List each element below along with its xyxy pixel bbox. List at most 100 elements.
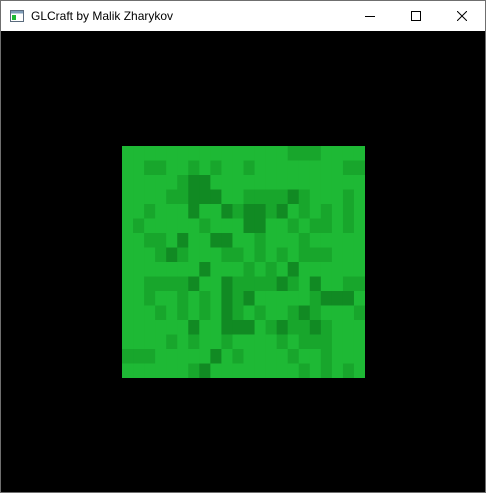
texture-pixel <box>342 189 355 205</box>
texture-pixel <box>155 160 167 176</box>
texture-pixel <box>210 189 222 205</box>
window-controls <box>347 1 485 31</box>
texture-pixel <box>342 233 355 248</box>
texture-pixel <box>144 175 156 190</box>
texture-pixel <box>155 276 167 292</box>
texture-pixel <box>276 363 289 378</box>
texture-pixel <box>210 204 222 219</box>
texture-pixel <box>232 218 244 234</box>
texture-pixel <box>243 334 255 350</box>
texture-pixel <box>188 233 200 248</box>
texture-pixel <box>177 291 189 306</box>
texture-pixel <box>287 218 300 234</box>
texture-pixel <box>199 247 211 263</box>
texture-pixel <box>232 189 244 205</box>
texture-pixel <box>232 146 244 161</box>
minimize-button[interactable] <box>347 1 393 31</box>
texture-pixel <box>353 247 365 263</box>
texture-pixel <box>199 305 211 321</box>
texture-pixel <box>144 334 156 350</box>
texture-pixel <box>353 146 365 161</box>
texture-pixel <box>265 320 278 335</box>
texture-pixel <box>342 262 355 277</box>
title-bar[interactable]: GLCraft by Malik Zharykov <box>1 1 485 31</box>
texture-pixel <box>331 247 344 263</box>
texture-pixel <box>287 247 300 263</box>
texture-pixel <box>353 233 365 248</box>
texture-pixel <box>353 262 365 277</box>
texture-pixel <box>221 291 233 306</box>
texture-pixel <box>122 334 134 350</box>
texture-pixel <box>298 204 311 219</box>
texture-pixel <box>353 305 365 321</box>
texture-pixel <box>199 363 211 378</box>
texture-pixel <box>265 262 278 277</box>
texture-pixel <box>342 146 355 161</box>
texture-pixel <box>155 175 167 190</box>
close-button[interactable] <box>439 1 485 31</box>
texture-pixel <box>210 247 222 263</box>
texture-pixel <box>177 276 189 292</box>
texture-pixel <box>309 305 322 321</box>
texture-pixel <box>232 160 244 176</box>
texture-pixel <box>243 305 255 321</box>
texture-pixel <box>199 334 211 350</box>
texture-pixel <box>210 262 222 277</box>
texture-pixel <box>309 320 322 335</box>
texture-pixel <box>133 349 145 364</box>
texture-pixel <box>309 247 322 263</box>
texture-pixel <box>320 204 333 219</box>
texture-pixel <box>177 204 189 219</box>
texture-pixel <box>309 363 322 378</box>
texture-pixel <box>177 218 189 234</box>
texture-pixel <box>254 146 266 161</box>
texture-pixel <box>199 218 211 234</box>
texture-pixel <box>276 349 289 364</box>
texture-pixel <box>155 320 167 335</box>
texture-pixel <box>232 305 244 321</box>
texture-pixel <box>331 349 344 364</box>
texture-pixel <box>287 291 300 306</box>
texture-pixel <box>254 262 266 277</box>
game-viewport[interactable] <box>1 31 485 492</box>
texture-pixel <box>133 175 145 190</box>
texture-pixel <box>342 334 355 350</box>
texture-pixel <box>177 349 189 364</box>
texture-pixel <box>276 276 289 292</box>
texture-pixel <box>210 291 222 306</box>
texture-pixel <box>298 349 311 364</box>
texture-pixel <box>177 262 189 277</box>
texture-pixel <box>287 160 300 176</box>
texture-pixel <box>166 276 178 292</box>
texture-pixel <box>287 189 300 205</box>
texture-pixel <box>287 363 300 378</box>
texture-pixel <box>221 247 233 263</box>
texture-pixel <box>254 349 266 364</box>
texture-pixel <box>243 189 255 205</box>
texture-pixel <box>232 334 244 350</box>
texture-pixel <box>144 305 156 321</box>
texture-pixel <box>199 189 211 205</box>
texture-pixel <box>144 262 156 277</box>
texture-pixel <box>265 233 278 248</box>
texture-pixel <box>254 305 266 321</box>
texture-pixel <box>122 233 134 248</box>
texture-pixel <box>210 276 222 292</box>
texture-pixel <box>144 146 156 161</box>
texture-pixel <box>254 291 266 306</box>
maximize-button[interactable] <box>393 1 439 31</box>
texture-pixel <box>254 218 266 234</box>
texture-pixel <box>221 349 233 364</box>
texture-pixel <box>353 363 365 378</box>
texture-pixel <box>243 204 255 219</box>
texture-pixel <box>353 218 365 234</box>
texture-pixel <box>232 175 244 190</box>
texture-pixel <box>221 305 233 321</box>
texture-pixel <box>155 334 167 350</box>
texture-pixel <box>199 291 211 306</box>
texture-pixel <box>144 160 156 176</box>
maximize-icon <box>411 11 421 21</box>
texture-pixel <box>232 233 244 248</box>
texture-pixel <box>320 160 333 176</box>
texture-pixel <box>276 334 289 350</box>
